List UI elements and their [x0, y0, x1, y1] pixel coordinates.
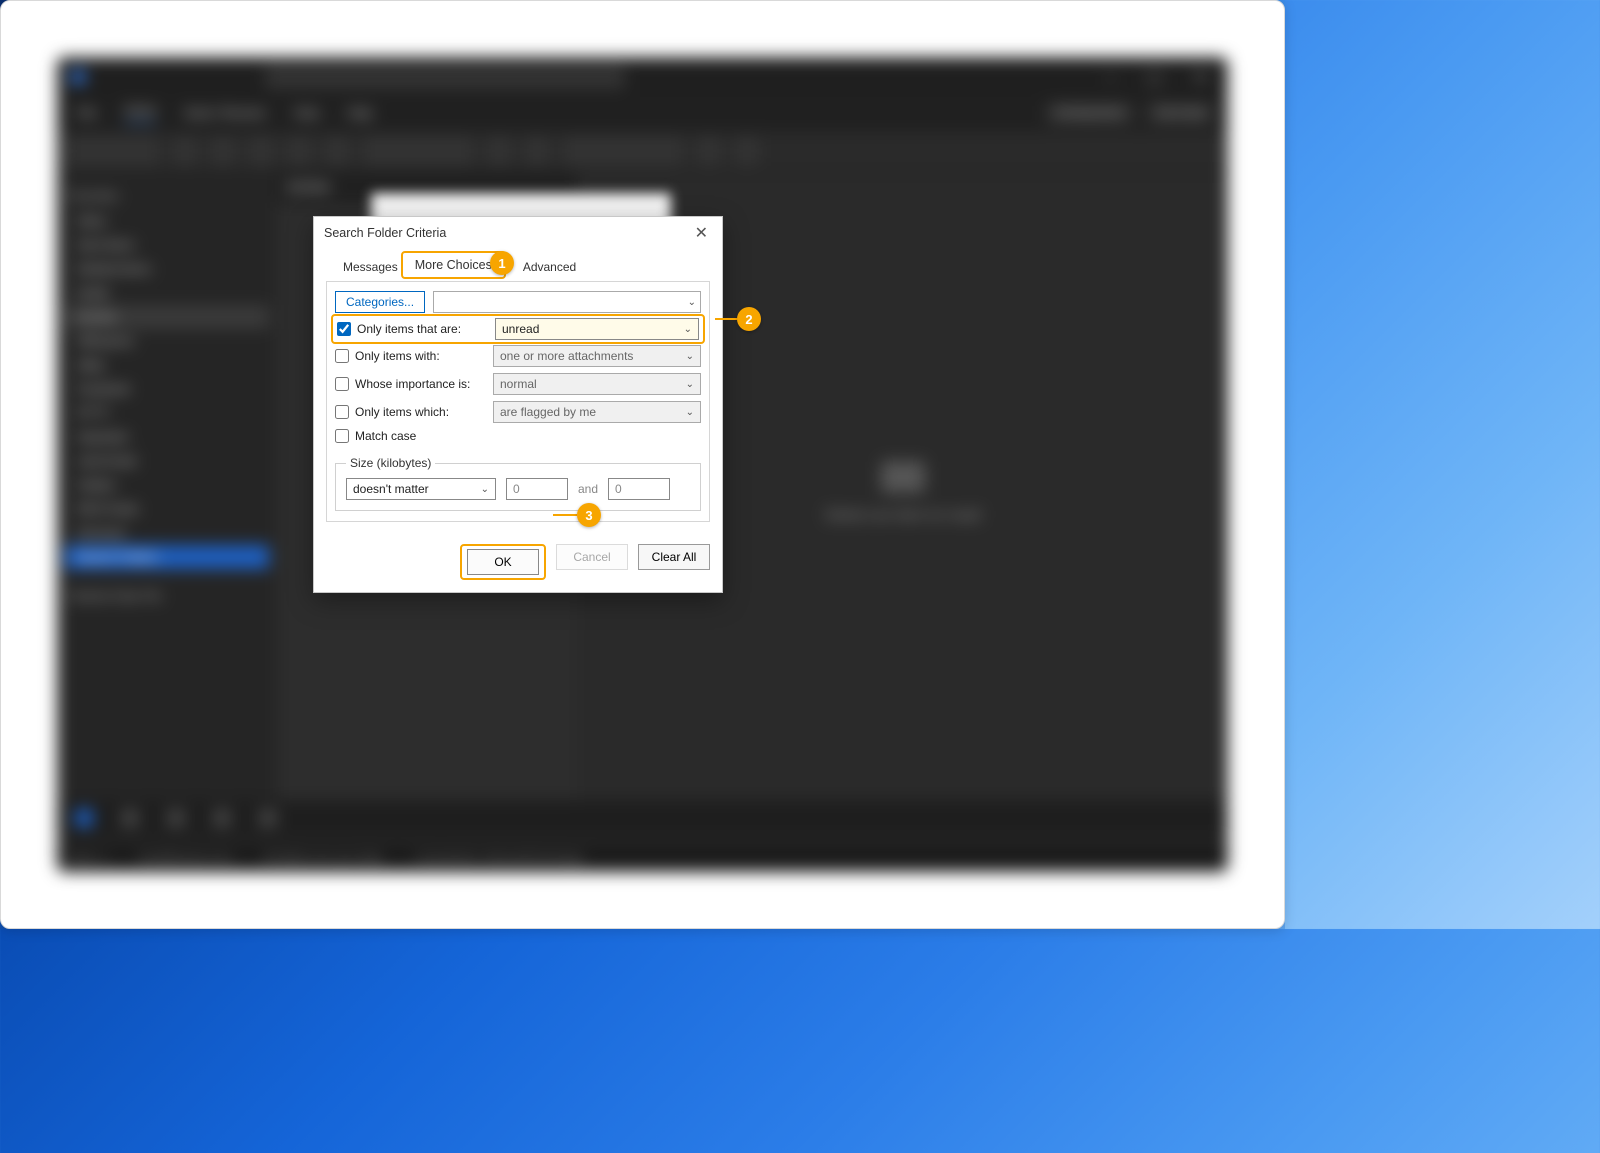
ok-button-highlight: OK [460, 544, 546, 580]
importance-row: Whose importance is: normal ⌄ [335, 370, 701, 398]
match-case-label: Match case [355, 429, 416, 443]
callout-2-line [715, 318, 737, 320]
chevron-down-icon: ⌄ [684, 324, 692, 335]
size-high-input[interactable]: 0 [608, 478, 670, 500]
callout-1: 1 [490, 251, 514, 275]
importance-checkbox[interactable] [335, 377, 349, 391]
only-items-which-row: Only items which: are flagged by me ⌄ [335, 398, 701, 426]
chevron-down-icon: ⌄ [686, 351, 694, 362]
size-low-input[interactable]: 0 [506, 478, 568, 500]
chevron-down-icon: ⌄ [686, 379, 694, 390]
importance-label: Whose importance is: [355, 377, 470, 391]
only-items-that-are-label: Only items that are: [357, 322, 461, 336]
categories-row: Categories... ⌄ [335, 288, 701, 316]
only-items-that-are-checkbox[interactable] [337, 322, 351, 336]
size-and-label: and [578, 482, 598, 496]
screenshot-card: –▢✕ File Home Send / Receive View Help C… [0, 0, 1285, 929]
dialog-button-row: OK Cancel Clear All [314, 534, 722, 592]
cancel-button[interactable]: Cancel [556, 544, 628, 570]
size-legend: Size (kilobytes) [346, 456, 435, 470]
callout-3: 3 [577, 503, 601, 527]
match-case-checkbox[interactable] [335, 429, 349, 443]
more-choices-panel: Categories... ⌄ Only items that are: unr… [326, 281, 710, 522]
tab-messages[interactable]: Messages [330, 254, 401, 279]
callout-3-line [553, 514, 577, 516]
only-items-which-dropdown[interactable]: are flagged by me ⌄ [493, 401, 701, 423]
close-icon[interactable]: ✕ [691, 223, 712, 243]
clear-all-button[interactable]: Clear All [638, 544, 710, 570]
chevron-down-icon: ⌄ [686, 407, 694, 418]
only-items-which-label: Only items which: [355, 405, 449, 419]
only-items-with-label: Only items with: [355, 349, 440, 363]
only-items-with-checkbox[interactable] [335, 349, 349, 363]
dialog-tabs: Messages More Choices Advanced [326, 251, 710, 279]
categories-button[interactable]: Categories... [335, 291, 425, 313]
match-case-row: Match case [335, 426, 701, 446]
tab-advanced[interactable]: Advanced [510, 254, 589, 279]
dialog-title-text: Search Folder Criteria [324, 226, 446, 240]
callout-2: 2 [737, 307, 761, 331]
only-items-with-dropdown[interactable]: one or more attachments ⌄ [493, 345, 701, 367]
categories-dropdown[interactable]: ⌄ [433, 291, 701, 313]
chevron-down-icon: ⌄ [688, 297, 696, 308]
only-items-with-row: Only items with: one or more attachments… [335, 342, 701, 370]
search-folder-criteria-dialog: Search Folder Criteria ✕ Messages More C… [313, 216, 723, 593]
dialog-titlebar: Search Folder Criteria ✕ [314, 217, 722, 247]
size-fieldset: Size (kilobytes) doesn't matter ⌄ 0 and … [335, 456, 701, 511]
ok-button[interactable]: OK [467, 549, 539, 575]
only-items-which-checkbox[interactable] [335, 405, 349, 419]
chevron-down-icon: ⌄ [481, 484, 489, 495]
importance-dropdown[interactable]: normal ⌄ [493, 373, 701, 395]
only-items-that-are-dropdown[interactable]: unread ⌄ [495, 318, 699, 340]
size-mode-dropdown[interactable]: doesn't matter ⌄ [346, 478, 496, 500]
only-items-that-are-row: Only items that are: unread ⌄ [331, 314, 705, 344]
